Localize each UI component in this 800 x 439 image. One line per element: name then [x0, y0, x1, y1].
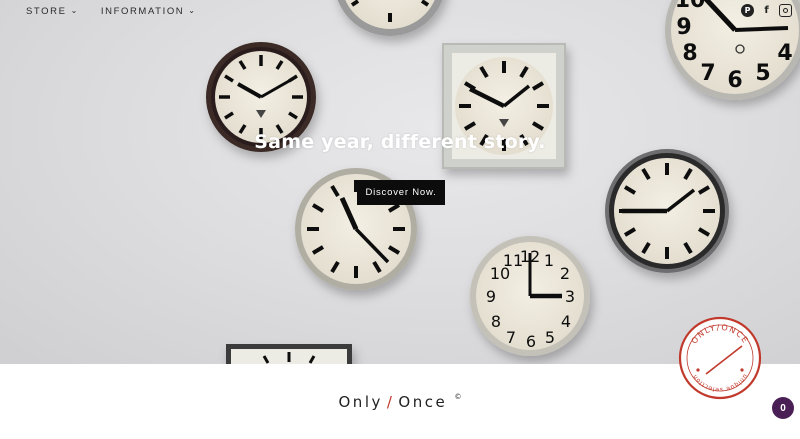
copyright-mark: © — [454, 393, 462, 401]
svg-text:10: 10 — [675, 0, 706, 13]
brand-right: Once — [398, 393, 448, 411]
hero-tagline: Same year, different story. — [254, 131, 546, 153]
brand-slash: / — [386, 393, 395, 411]
instagram-icon[interactable] — [779, 4, 792, 17]
svg-text:6: 6 — [727, 68, 742, 93]
svg-text:1: 1 — [544, 251, 554, 270]
svg-text:8: 8 — [682, 41, 697, 66]
discover-now-button[interactable]: Discover Now. — [357, 180, 445, 205]
svg-text:8: 8 — [491, 312, 501, 331]
chevron-down-icon: ⌄ — [188, 6, 197, 15]
svg-text:5: 5 — [545, 328, 555, 347]
nav-store[interactable]: STORE ⌄ — [26, 6, 79, 17]
facebook-icon[interactable]: f — [760, 4, 773, 17]
brand-left: Only — [338, 393, 383, 411]
svg-text:4: 4 — [777, 41, 792, 66]
pinterest-icon[interactable]: P — [741, 4, 754, 17]
svg-text:9: 9 — [676, 15, 691, 40]
hero-banner: 6 7 8 5 4 9 10 11 10 9 8 7 6 5 4 3 2 1 S… — [0, 0, 800, 364]
svg-text:4: 4 — [561, 312, 571, 331]
svg-text:3: 3 — [565, 287, 575, 306]
svg-text:5: 5 — [755, 61, 770, 86]
cart-count-badge[interactable]: 0 — [772, 397, 794, 419]
svg-text:7: 7 — [700, 61, 715, 86]
nav-store-label: STORE — [26, 6, 67, 17]
chevron-down-icon: ⌄ — [70, 6, 79, 15]
svg-text:7: 7 — [506, 328, 516, 347]
main-nav: STORE ⌄ INFORMATION ⌄ — [26, 6, 197, 17]
svg-text:6: 6 — [526, 332, 536, 351]
nav-information-label: INFORMATION — [100, 6, 185, 17]
svg-text:9: 9 — [486, 287, 496, 306]
nav-information[interactable]: INFORMATION ⌄ — [101, 6, 197, 17]
only-once-seal-badge: ONLY/ONCE unique selection — [678, 316, 762, 400]
social-links: P f — [741, 4, 792, 17]
svg-text:10: 10 — [490, 264, 510, 283]
svg-text:2: 2 — [560, 264, 570, 283]
